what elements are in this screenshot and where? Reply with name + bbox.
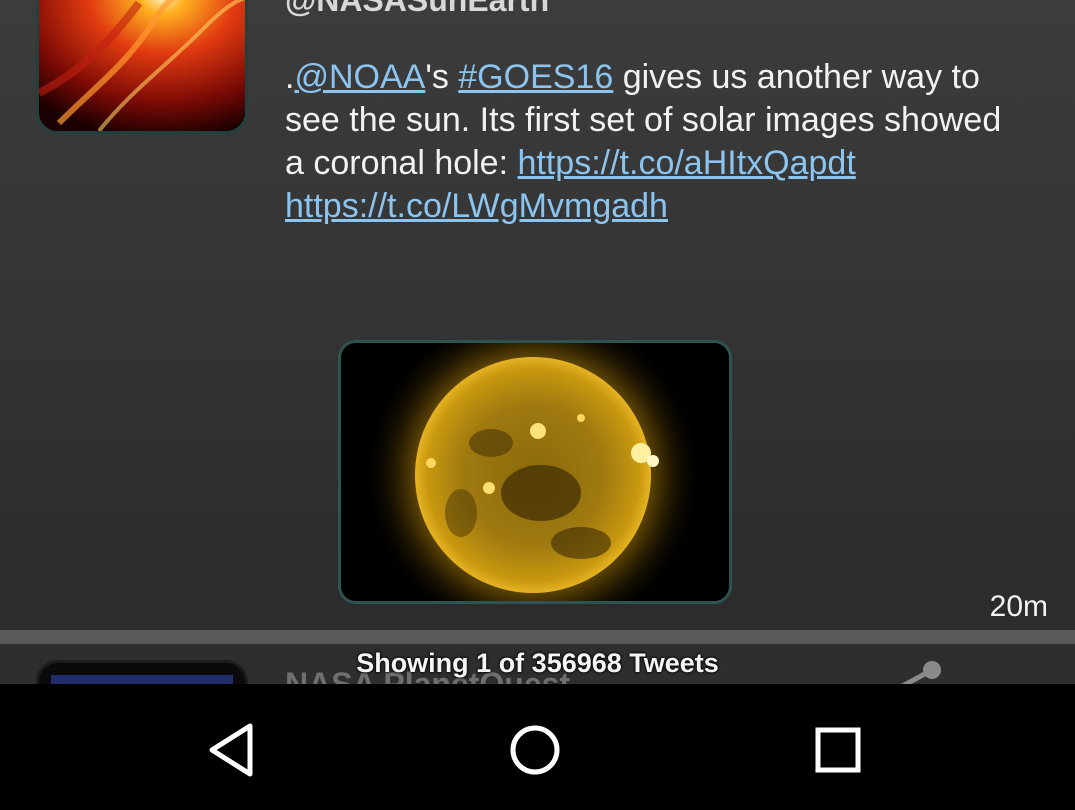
solar-flare-avatar-image [39,0,245,131]
tweet-feed: @NASASunEarth .@NOAA's #GOES16 gives us … [0,0,1075,684]
tweet-count-status: Showing 1 of 356968 Tweets [356,648,719,678]
tweet-card[interactable]: @NASASunEarth .@NOAA's #GOES16 gives us … [0,0,1075,630]
tweet-text: .@NOAA's #GOES16 gives us another way to… [285,56,1025,228]
hashtag-link[interactable]: #GOES16 [458,58,613,96]
user-avatar[interactable] [36,0,248,134]
mention-suffix: 's [425,58,459,96]
tweet-media-image[interactable] [338,340,732,604]
tweet-handle[interactable]: @NASASunEarth [285,0,549,19]
back-icon[interactable] [204,720,264,780]
sun-image [341,343,729,601]
tweet-divider [0,630,1075,644]
recents-icon[interactable] [808,720,868,780]
url-link-2[interactable]: https://t.co/LWgMvmgadh [285,187,668,225]
android-navigation-bar [0,684,1075,810]
home-icon[interactable] [505,720,565,780]
mention-link[interactable]: @NOAA [294,58,425,96]
tweet-timestamp: 20m [989,590,1048,623]
url-link-1[interactable]: https://t.co/aHItxQapdt [518,144,856,182]
